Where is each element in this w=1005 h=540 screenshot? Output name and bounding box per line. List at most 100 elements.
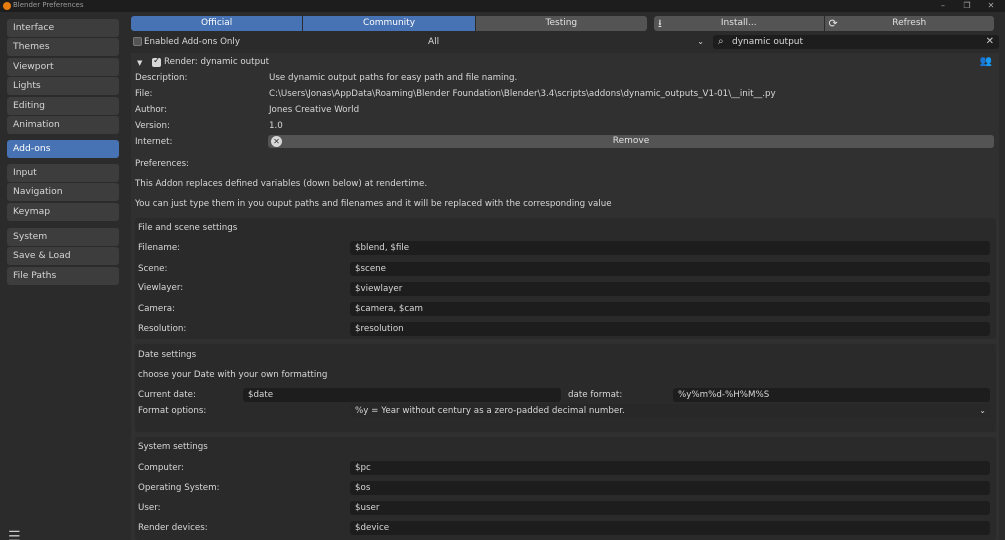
date-settings-note: choose your Date with your own formattin… bbox=[138, 370, 328, 380]
menu-icon[interactable]: ☰ bbox=[8, 530, 21, 540]
render-devices-field[interactable]: $device bbox=[350, 521, 990, 535]
system-settings-box: System settings Computer: $pc Operating … bbox=[135, 437, 996, 540]
viewlayer-field[interactable]: $viewlayer bbox=[350, 282, 990, 296]
date-settings-box: Date settings choose your Date with your… bbox=[135, 344, 996, 432]
sidebar-group-input: Input Navigation Keymap bbox=[7, 164, 119, 222]
sidebar-item-addons[interactable]: Add-ons bbox=[7, 140, 119, 158]
sidebar-item-keymap[interactable]: Keymap bbox=[7, 202, 119, 221]
preferences-intro-2: You can just type them in you ouput path… bbox=[135, 199, 612, 209]
date-format-field[interactable]: %y%m%d-%H%M%S bbox=[673, 388, 990, 402]
addon-source-tabs: Official Community Testing bbox=[131, 16, 647, 31]
author-label: Author: bbox=[135, 105, 168, 115]
tab-testing[interactable]: Testing bbox=[475, 16, 647, 31]
sidebar-item-viewport[interactable]: Viewport bbox=[7, 57, 119, 76]
enabled-only-label: Enabled Add-ons Only bbox=[144, 37, 240, 47]
format-options-dropdown[interactable]: %y = Year without century as a zero-padd… bbox=[350, 404, 990, 418]
addon-panel: ▼ Render: dynamic output 👥 Description: … bbox=[131, 53, 999, 540]
current-date-field[interactable]: $date bbox=[243, 388, 561, 402]
expand-arrow-icon[interactable]: ▼ bbox=[137, 59, 142, 67]
minimize-button[interactable]: – bbox=[933, 0, 953, 12]
format-options-label: Format options: bbox=[138, 406, 207, 416]
sidebar-group-addons: Add-ons bbox=[7, 140, 119, 159]
remove-label: Remove bbox=[612, 136, 650, 146]
category-dropdown[interactable]: All ⌄ bbox=[423, 35, 708, 49]
file-scene-title: File and scene settings bbox=[138, 223, 238, 233]
addon-name: Render: dynamic output bbox=[164, 57, 270, 67]
sidebar-item-navigation[interactable]: Navigation bbox=[7, 183, 119, 202]
internet-label: Internet: bbox=[135, 137, 173, 147]
main-area: Official Community Testing ⭳ Install... … bbox=[131, 12, 999, 540]
sidebar-item-save-load[interactable]: Save & Load bbox=[7, 247, 119, 266]
sidebar-item-editing[interactable]: Editing bbox=[7, 96, 119, 115]
date-settings-title: Date settings bbox=[138, 350, 197, 360]
sidebar-item-file-paths[interactable]: File Paths bbox=[7, 266, 119, 285]
operating-system-field[interactable]: $os bbox=[350, 481, 990, 495]
computer-label: Computer: bbox=[138, 463, 184, 473]
download-icon: ⭳ bbox=[658, 17, 662, 30]
user-label: User: bbox=[138, 503, 161, 513]
tab-official[interactable]: Official bbox=[131, 16, 303, 31]
description-value: Use dynamic output paths for easy path a… bbox=[269, 73, 518, 83]
system-settings-title: System settings bbox=[138, 442, 208, 452]
operating-system-label: Operating System: bbox=[138, 483, 220, 493]
refresh-label: Refresh bbox=[892, 18, 927, 28]
resolution-field[interactable]: $resolution bbox=[350, 322, 990, 336]
filename-label: Filename: bbox=[138, 243, 181, 253]
camera-label: Camera: bbox=[138, 304, 176, 314]
install-button[interactable]: ⭳ Install... bbox=[654, 16, 824, 31]
sidebar: Interface Themes Viewport Lights Editing… bbox=[0, 12, 126, 540]
clear-search-icon[interactable]: ✕ bbox=[986, 35, 994, 49]
author-value: Jones Creative World bbox=[269, 105, 360, 115]
sidebar-item-lights[interactable]: Lights bbox=[7, 77, 119, 96]
filter-row: Enabled Add-ons Only All ⌄ ⌕ dynamic out… bbox=[131, 35, 999, 49]
title-bar: Blender Preferences – ❐ ✕ bbox=[0, 0, 1005, 12]
current-date-label: Current date: bbox=[138, 390, 196, 400]
chevron-down-icon: ⌄ bbox=[697, 37, 704, 46]
render-devices-label: Render devices: bbox=[138, 523, 208, 533]
category-value: All bbox=[428, 37, 440, 47]
filename-field[interactable]: $blend, $file bbox=[350, 241, 990, 255]
sidebar-item-themes[interactable]: Themes bbox=[7, 38, 119, 57]
scene-field[interactable]: $scene bbox=[350, 262, 990, 276]
date-format-label: date format: bbox=[568, 390, 623, 400]
restore-button[interactable]: ❐ bbox=[957, 0, 977, 12]
sidebar-group-system: System Save & Load File Paths bbox=[7, 228, 119, 286]
sidebar-item-animation[interactable]: Animation bbox=[7, 115, 119, 134]
enabled-only-checkbox[interactable] bbox=[133, 37, 142, 46]
viewlayer-label: Viewlayer: bbox=[138, 283, 184, 293]
version-value: 1.0 bbox=[269, 121, 283, 131]
tab-community[interactable]: Community bbox=[303, 16, 475, 31]
file-label: File: bbox=[135, 89, 153, 99]
file-value: C:\Users\Jonas\AppData\Roaming\Blender F… bbox=[269, 89, 776, 99]
sidebar-item-input[interactable]: Input bbox=[7, 164, 119, 182]
window-title: Blender Preferences bbox=[13, 1, 84, 9]
preferences-intro-1: This Addon replaces defined variables (d… bbox=[135, 179, 428, 189]
search-value: dynamic output bbox=[732, 37, 804, 47]
camera-field[interactable]: $camera, $cam bbox=[350, 302, 990, 316]
search-icon: ⌕ bbox=[718, 36, 724, 47]
addon-actions: ⭳ Install... ⟳ Refresh bbox=[654, 16, 994, 31]
refresh-button[interactable]: ⟳ Refresh bbox=[824, 16, 994, 31]
scene-label: Scene: bbox=[138, 264, 168, 274]
sidebar-group-display: Interface Themes Viewport Lights Editing… bbox=[7, 19, 119, 135]
description-label: Description: bbox=[135, 73, 188, 83]
user-field[interactable]: $user bbox=[350, 501, 990, 515]
refresh-icon: ⟳ bbox=[828, 17, 838, 30]
format-options-value: %y = Year without century as a zero-padd… bbox=[355, 406, 625, 416]
close-button[interactable]: ✕ bbox=[981, 0, 1001, 12]
file-scene-settings-box: File and scene settings Filename: $blend… bbox=[135, 218, 996, 339]
addon-enabled-checkbox[interactable] bbox=[152, 56, 161, 67]
blender-logo-icon bbox=[3, 2, 11, 10]
computer-field[interactable]: $pc bbox=[350, 461, 990, 475]
sidebar-item-interface[interactable]: Interface bbox=[7, 19, 119, 37]
search-input[interactable]: ⌕ dynamic output ✕ bbox=[713, 35, 999, 49]
chevron-down-icon: ⌄ bbox=[979, 406, 986, 415]
resolution-label: Resolution: bbox=[138, 324, 187, 334]
version-label: Version: bbox=[135, 121, 170, 131]
preferences-heading: Preferences: bbox=[135, 159, 190, 169]
install-label: Install... bbox=[720, 18, 757, 28]
sidebar-item-system[interactable]: System bbox=[7, 228, 119, 246]
community-user-icon: 👥 bbox=[979, 56, 992, 67]
remove-icon: ✕ bbox=[271, 136, 282, 147]
remove-button[interactable]: ✕ Remove bbox=[268, 135, 994, 148]
